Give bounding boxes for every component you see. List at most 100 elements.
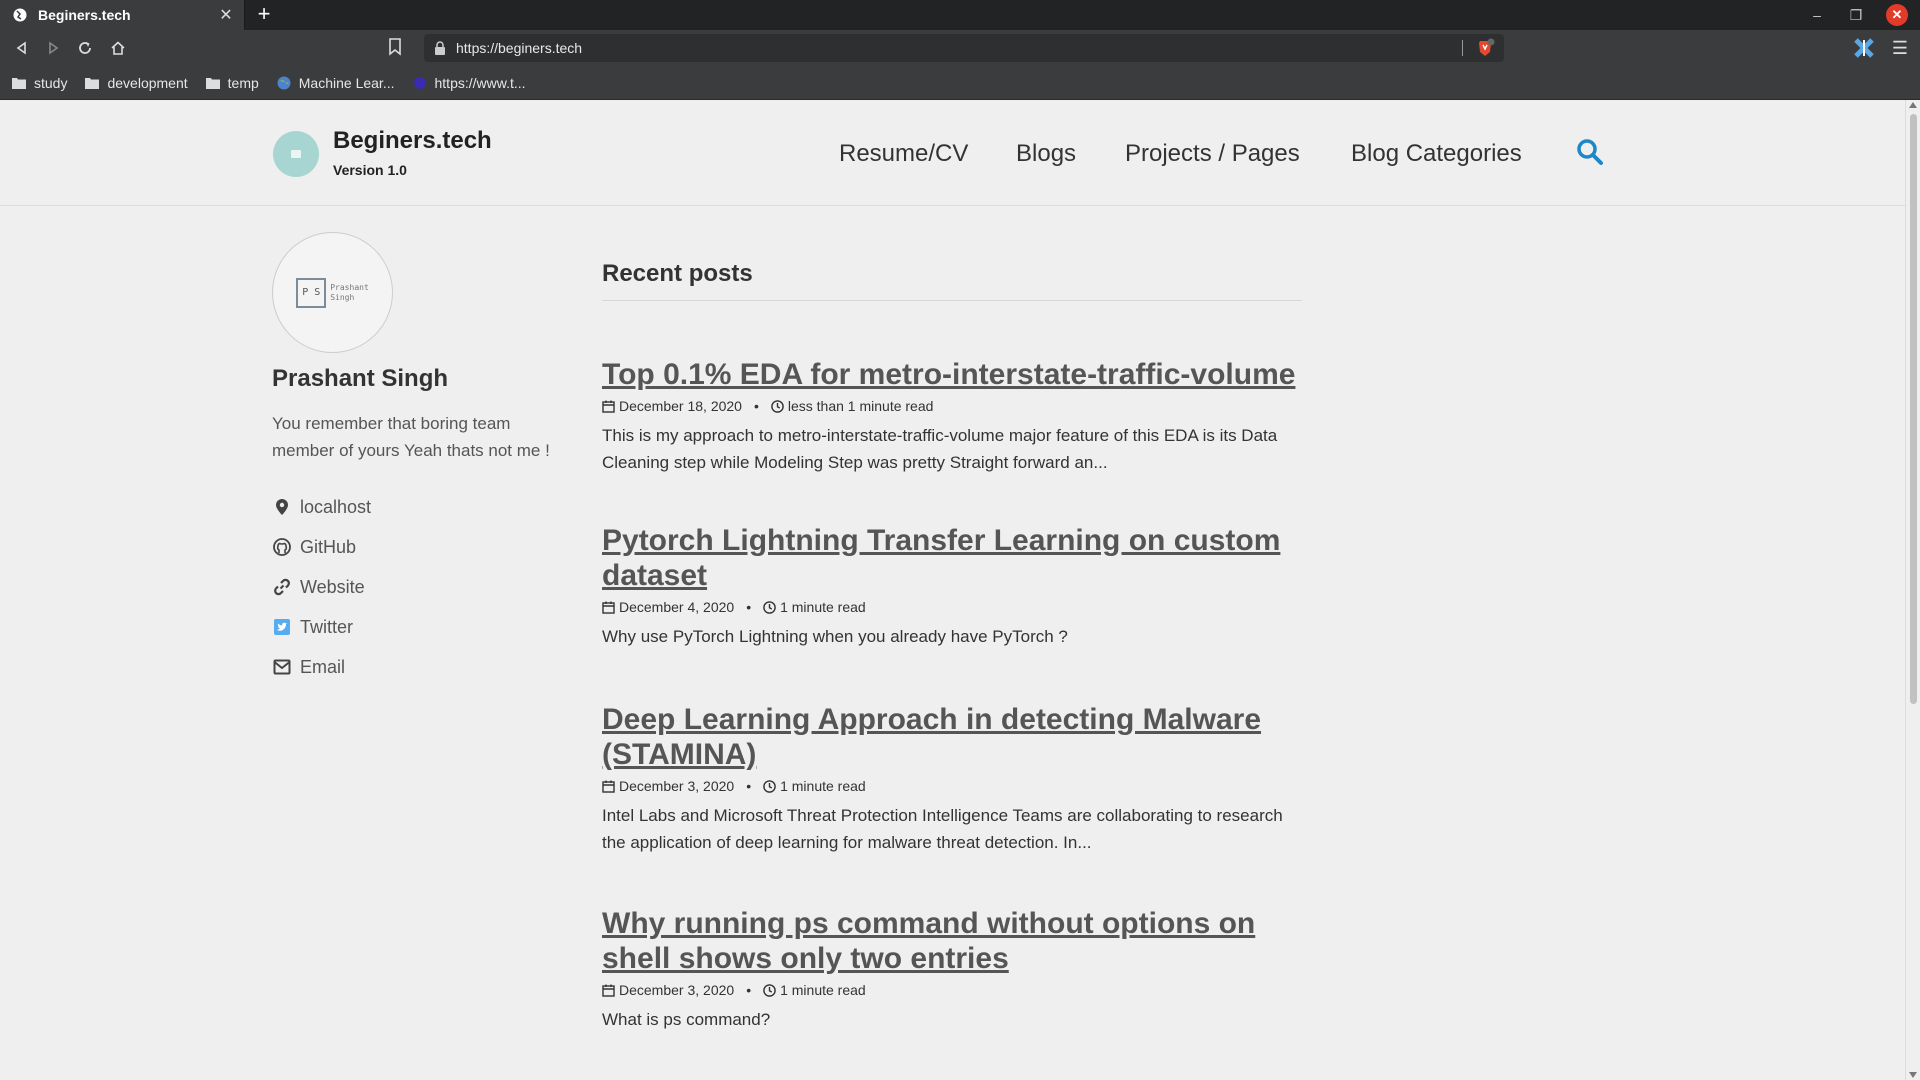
avatar-initials: P S [296, 277, 327, 308]
globe-icon [12, 7, 28, 23]
twitter-icon [272, 617, 292, 637]
back-button[interactable] [10, 36, 34, 60]
bookmark-label: development [107, 74, 188, 91]
calendar-icon [602, 780, 615, 793]
nav-blog-categories[interactable]: Blog Categories [1351, 140, 1522, 168]
author-link-github[interactable]: GitHub [272, 527, 572, 567]
scroll-up-arrow[interactable] [1909, 102, 1917, 108]
calendar-icon [602, 400, 615, 413]
author-link-label: Website [300, 576, 365, 597]
bookmark-label: Machine Lear... [298, 74, 395, 91]
globe-icon [277, 76, 291, 90]
search-icon[interactable] [1576, 138, 1604, 166]
brave-shield-icon[interactable] [1476, 38, 1496, 58]
scrollbar-thumb[interactable] [1910, 114, 1917, 704]
nav-blogs[interactable]: Blogs [1016, 140, 1076, 168]
scroll-down-arrow[interactable] [1909, 1072, 1917, 1078]
clock-icon [763, 983, 776, 997]
close-window-button[interactable]: ✕ [1886, 4, 1908, 26]
url-divider [1462, 40, 1463, 56]
post-read-time: 1 minute read [780, 982, 866, 998]
github-icon [272, 537, 292, 557]
meta-separator: • [746, 982, 752, 998]
author-link-label: localhost [300, 496, 372, 517]
restore-window-button[interactable]: ❐ [1845, 4, 1867, 26]
folder-icon [85, 77, 100, 89]
author-link-email[interactable]: Email [272, 647, 572, 687]
meta-separator: • [753, 398, 759, 414]
author-links: localhost GitHub Website Twitter Email [272, 487, 572, 687]
section-title: Recent posts [602, 260, 1302, 301]
folder-icon [12, 77, 26, 89]
avatar-logo: P S Prashant Singh [296, 277, 369, 308]
post-date: December 3, 2020 [619, 982, 735, 998]
author-link-label: Twitter [300, 616, 354, 637]
post-meta: December 3, 2020 • 1 minute read [602, 982, 1302, 998]
new-tab-button[interactable]: + [252, 3, 276, 27]
nav-projects-pages[interactable]: Projects / Pages [1125, 140, 1300, 168]
post-title-link[interactable]: Why running ps command without options o… [602, 906, 1302, 976]
bookmark-label: study [34, 74, 68, 91]
envelope-icon [272, 657, 292, 677]
map-marker-icon [272, 497, 292, 517]
home-icon [111, 41, 125, 55]
page-scrollbar[interactable] [1905, 100, 1920, 1080]
avatar-name: Prashant Singh [330, 283, 369, 303]
close-tab-icon[interactable]: ✕ [216, 5, 236, 25]
forward-button[interactable] [41, 36, 65, 60]
calendar-icon [602, 984, 615, 997]
browser-menu-icon[interactable]: ☰ [1888, 36, 1912, 60]
post-item: Top 0.1% EDA for metro-interstate-traffi… [602, 357, 1302, 476]
site-logo-mark [291, 150, 301, 158]
lock-icon [434, 41, 446, 55]
bookmark-site[interactable]: https://www.t... [413, 75, 526, 91]
author-name: Prashant Singh [272, 365, 449, 392]
address-bar[interactable]: https://beginers.tech [424, 34, 1504, 62]
back-arrow-icon [16, 41, 26, 55]
post-title-link[interactable]: Pytorch Lightning Transfer Learning on c… [602, 523, 1302, 593]
forward-arrow-icon [49, 41, 59, 55]
post-read-time: 1 minute read [780, 778, 866, 794]
site-title[interactable]: Beginers.tech [333, 127, 492, 155]
bookmark-page-button[interactable] [388, 38, 402, 61]
author-link-label: GitHub [300, 536, 357, 557]
bookmark-machine-learning[interactable]: Machine Lear... [277, 75, 395, 91]
bookmark-label: https://www.t... [434, 74, 526, 91]
url-text: https://beginers.tech [456, 40, 583, 56]
minimize-window-button[interactable]: – [1806, 4, 1828, 26]
home-button[interactable] [106, 36, 130, 60]
bookmark-development[interactable]: development [85, 74, 188, 91]
calendar-icon [602, 601, 615, 614]
post-title-link[interactable]: Top 0.1% EDA for metro-interstate-traffi… [602, 357, 1302, 392]
post-read-time: 1 minute read [780, 599, 866, 615]
author-avatar: P S Prashant Singh [272, 232, 393, 353]
bookmark-temp[interactable]: temp [205, 74, 259, 91]
clock-icon [763, 779, 776, 793]
author-link-location[interactable]: localhost [272, 487, 572, 527]
extension-icon[interactable] [1852, 36, 1876, 60]
post-date: December 4, 2020 [619, 599, 735, 615]
browser-tab-active[interactable]: Beginers.tech ✕ [0, 0, 245, 30]
post-title-link[interactable]: Deep Learning Approach in detecting Malw… [602, 702, 1302, 772]
post-excerpt: This is my approach to metro-interstate-… [602, 426, 1278, 472]
post-meta: December 4, 2020 • 1 minute read [602, 599, 1302, 615]
post-read-time: less than 1 minute read [787, 398, 934, 414]
bookmark-label: temp [227, 74, 259, 91]
site-subtitle: Version 1.0 [333, 162, 407, 178]
author-link-website[interactable]: Website [272, 567, 572, 607]
clock-icon [763, 600, 776, 614]
site-icon [413, 76, 427, 90]
bookmark-study[interactable]: study [12, 75, 67, 91]
site-logo[interactable] [273, 131, 319, 177]
avatar-name-line-1: Prashant [330, 282, 369, 292]
post-date: December 18, 2020 [619, 398, 742, 414]
meta-separator: • [746, 599, 752, 615]
link-icon [272, 577, 292, 597]
reload-button[interactable] [73, 36, 97, 60]
nav-resume-cv[interactable]: Resume/CV [839, 140, 968, 168]
bookmark-icon [389, 38, 401, 56]
author-bio: You remember that boring team member of … [272, 414, 550, 460]
post-meta: December 3, 2020 • 1 minute read [602, 778, 1302, 794]
post-item: Deep Learning Approach in detecting Malw… [602, 702, 1302, 856]
author-link-twitter[interactable]: Twitter [272, 607, 572, 647]
